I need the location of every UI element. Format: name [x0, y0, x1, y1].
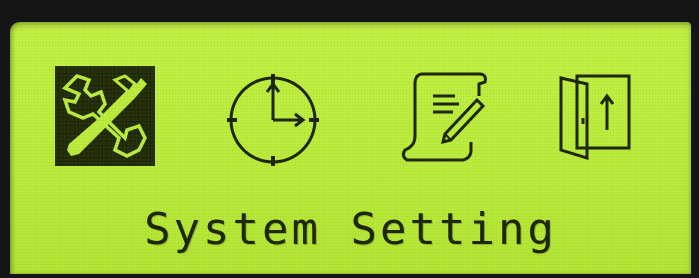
exit-door-icon — [559, 74, 631, 161]
selected-item-caption: System Setting — [144, 204, 557, 255]
clock-icon — [227, 74, 319, 166]
tools-icon — [55, 66, 155, 166]
lcd-screen: System Setting — [10, 22, 691, 274]
menu-item-clock[interactable] — [223, 66, 323, 166]
menu-item-document[interactable] — [393, 66, 493, 166]
menu-item-system-setting[interactable] — [55, 66, 155, 166]
device-bezel: System Setting — [0, 0, 699, 278]
document-icon — [401, 72, 487, 162]
menu-item-exit[interactable] — [553, 66, 643, 166]
